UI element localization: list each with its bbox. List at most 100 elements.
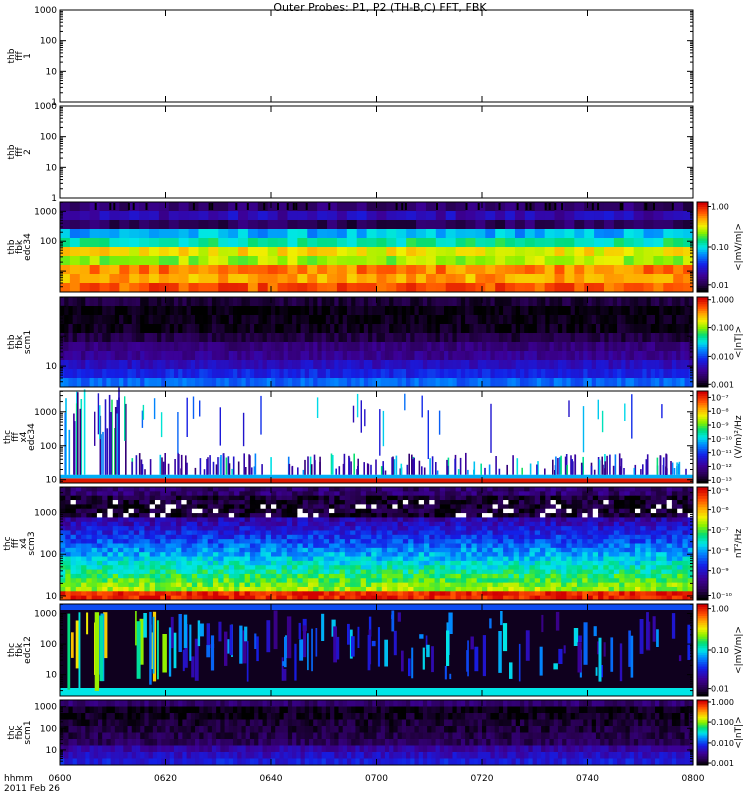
spectrogram-cell <box>377 220 387 229</box>
spectrogram-mark <box>353 406 354 423</box>
y-axis-label: 2 <box>23 149 33 155</box>
spectrogram-cell <box>212 342 217 351</box>
spectrogram-cell <box>161 351 166 360</box>
spectrogram-cell <box>419 548 425 553</box>
spectrogram-cell <box>659 333 664 342</box>
spectrogram-cell <box>392 517 398 522</box>
spectrogram-cell <box>94 369 99 378</box>
spectrogram-cell <box>566 496 572 501</box>
spectrogram-cell <box>485 283 495 292</box>
spectrogram-cell <box>554 315 559 324</box>
spectrogram-cell <box>366 496 372 501</box>
spectrogram-cell <box>340 544 346 549</box>
spectrogram-cell <box>577 526 583 531</box>
spectrogram-cell <box>619 487 625 492</box>
spectrogram-cell <box>613 342 618 351</box>
spectrogram-cell <box>529 504 535 509</box>
y-axis-label: edc34 <box>27 423 37 451</box>
spectrogram-cell <box>630 487 636 492</box>
spectrogram-cell <box>656 496 662 501</box>
spectrogram-cell <box>208 522 214 527</box>
spectrogram-cell <box>149 369 154 378</box>
spectrogram-cell <box>503 539 509 544</box>
spectrogram-cell <box>254 297 259 306</box>
spectrogram-cell <box>279 342 284 351</box>
spectrogram-cell <box>339 351 344 360</box>
spectrogram-cell <box>545 535 551 540</box>
spectrogram-cell <box>640 535 646 540</box>
spectrogram-cell <box>634 238 644 247</box>
spectrogram-cell <box>564 274 574 283</box>
spectrogram-cell <box>155 552 161 557</box>
spectrogram-cell <box>524 500 530 505</box>
spectrogram-cell <box>208 333 213 342</box>
spectrogram-cell <box>594 256 604 265</box>
spectrogram-cell <box>111 351 116 360</box>
spectrogram-cell <box>203 306 208 315</box>
spectrogram-cell <box>598 530 604 535</box>
spectrogram-cell <box>617 297 622 306</box>
spectrogram-cell <box>419 369 424 378</box>
spectrogram-cell <box>672 496 678 501</box>
spectrogram-cell <box>361 548 367 553</box>
spectrogram-cell <box>661 530 667 535</box>
spectrogram-cell <box>503 342 508 351</box>
spectrogram-cell <box>448 315 453 324</box>
spectrogram-cell <box>461 557 467 562</box>
spectrogram-cell <box>381 360 386 369</box>
spectrogram-cell <box>588 360 593 369</box>
spectrogram-cell <box>603 500 609 505</box>
spectrogram-cell <box>435 530 441 535</box>
spectrogram-cell <box>71 504 77 509</box>
spectrogram-cell <box>642 333 647 342</box>
spectrogram-cell <box>213 526 219 531</box>
spectrogram-cell <box>445 544 451 549</box>
spectrogram-cell <box>461 351 466 360</box>
spectrogram-cell <box>445 535 451 540</box>
spectrogram-cell <box>609 360 614 369</box>
spectrogram-cell <box>414 324 419 333</box>
spectrogram-cell <box>503 530 509 535</box>
spectrogram-cell <box>619 544 625 549</box>
spectrogram-cell <box>584 229 594 238</box>
spectrogram-cell <box>81 351 86 360</box>
spectrogram-cell <box>208 378 213 387</box>
spectrogram-cell <box>71 548 77 553</box>
spectrogram-cell <box>60 229 70 238</box>
spectrogram-cell <box>234 513 240 518</box>
spectrogram-cell <box>129 229 139 238</box>
spectrogram-mark <box>77 392 79 475</box>
spectrogram-cell <box>181 500 187 505</box>
spectrogram-cell <box>260 491 266 496</box>
spectrogram-cell <box>663 211 673 220</box>
spectrogram-cell <box>386 211 396 220</box>
spectrogram-cell <box>651 324 656 333</box>
spectrogram-cell <box>535 211 545 220</box>
spectrogram-cell <box>566 333 571 342</box>
spectrogram-cell <box>106 315 111 324</box>
spectrogram-cell <box>176 509 182 514</box>
spectrogram-cell <box>367 220 377 229</box>
spectrogram-cell <box>588 552 594 557</box>
spectrogram-cell <box>260 504 266 509</box>
spectrogram-cell <box>528 342 533 351</box>
spectrogram-cell <box>144 548 150 553</box>
spectrogram-cell <box>514 491 520 496</box>
spectrogram-cell <box>436 265 446 274</box>
spectrogram-cell <box>224 530 230 535</box>
spectrogram-cell <box>113 504 119 509</box>
spectrogram-cell <box>406 333 411 342</box>
spectrogram-cell <box>647 342 652 351</box>
spectrogram-cell <box>115 378 120 387</box>
spectrogram-cell <box>92 548 98 553</box>
spectrogram-mark <box>599 459 601 475</box>
spectrogram-cell <box>640 522 646 527</box>
spectrogram-cell <box>382 522 388 527</box>
spectrogram-cell <box>351 351 356 360</box>
spectrogram-cell <box>371 509 377 514</box>
spectrogram-cell <box>661 544 667 549</box>
spectrogram-cell <box>398 342 403 351</box>
spectrogram-cell <box>634 211 644 220</box>
spectrogram-cell <box>514 517 520 522</box>
spectrogram-cell <box>339 306 344 315</box>
